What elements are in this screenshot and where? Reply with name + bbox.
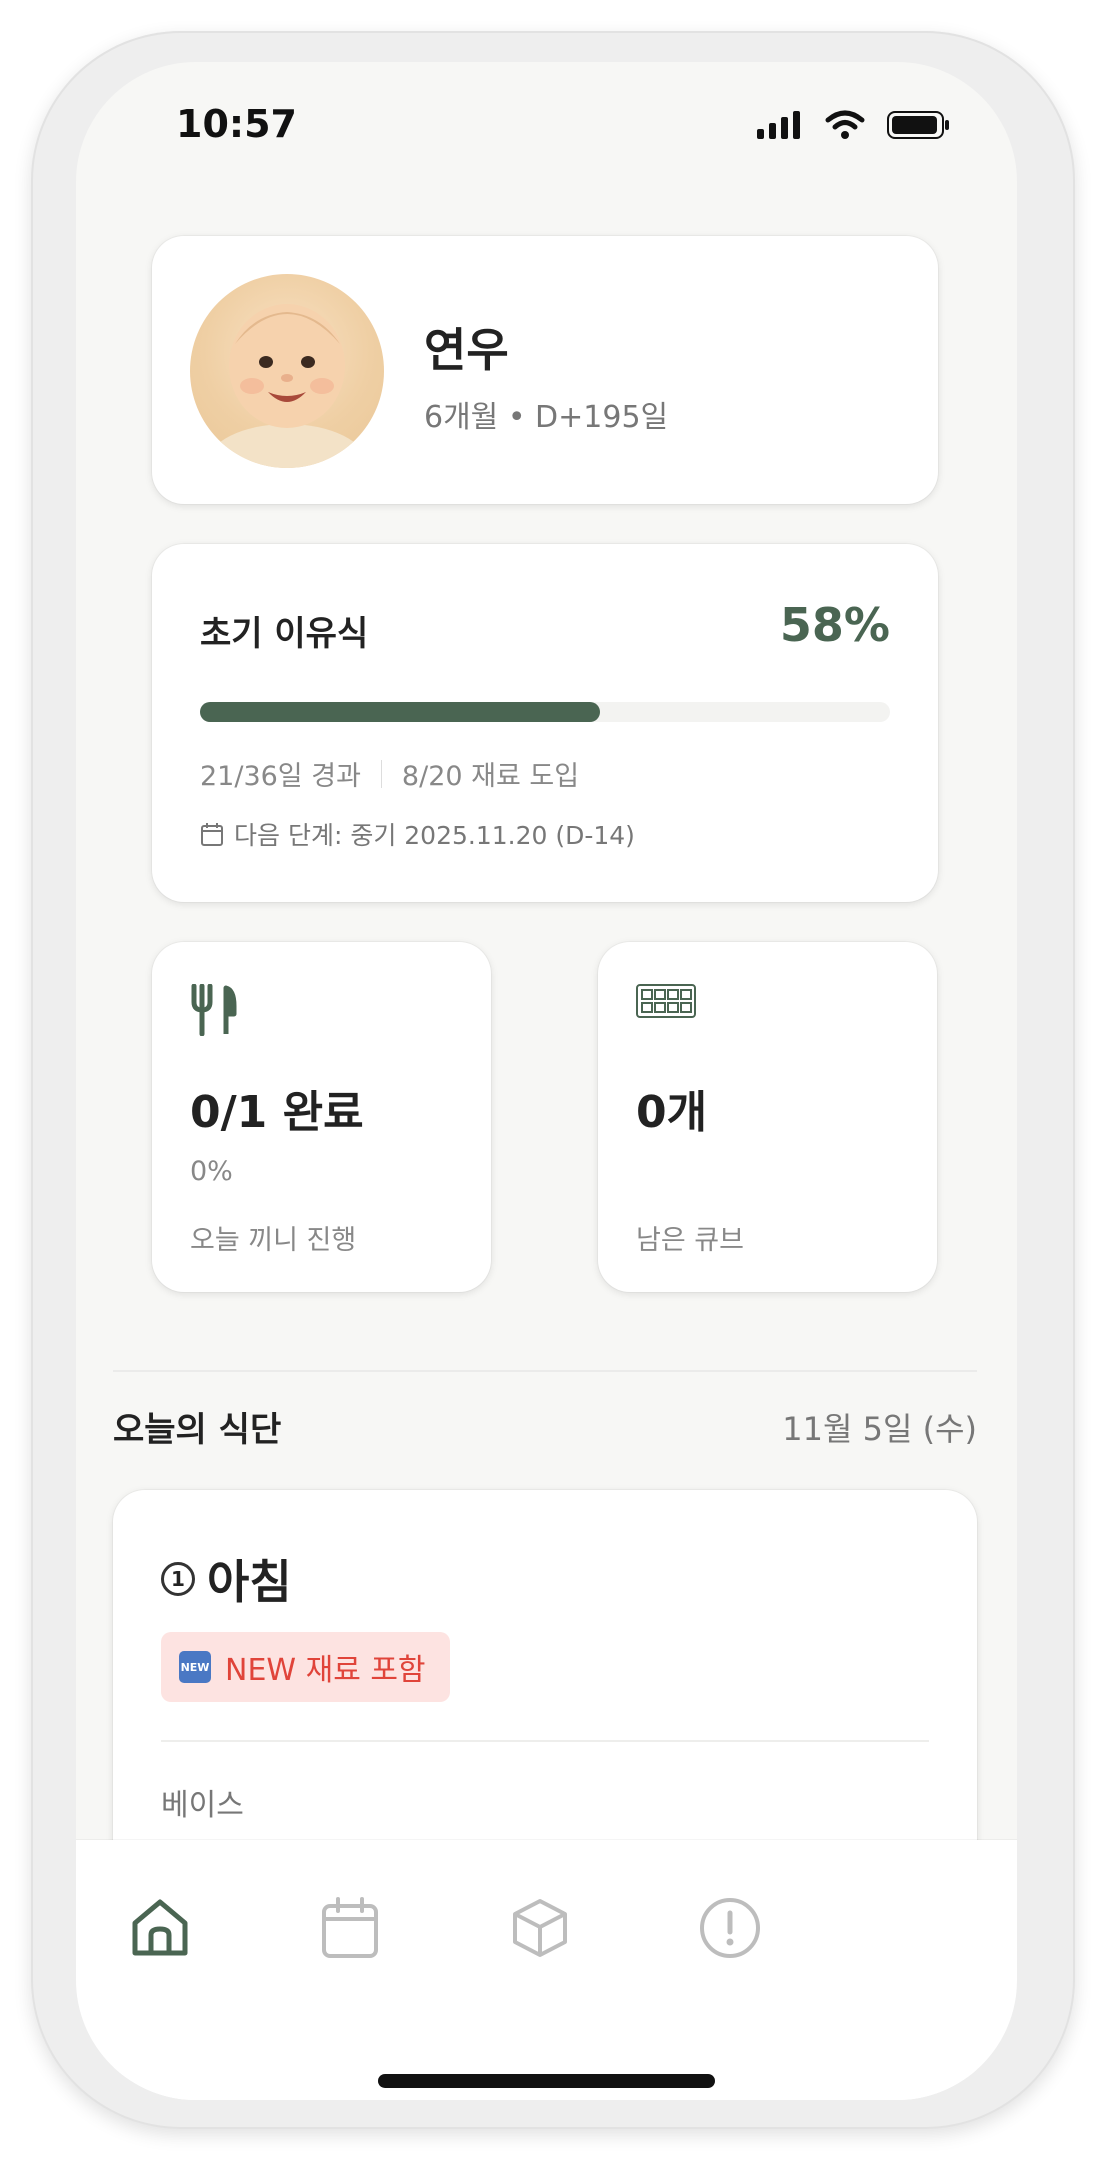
wifi-icon	[825, 110, 865, 139]
new-icon: NEW	[179, 1651, 211, 1683]
tab-home[interactable]	[124, 1892, 196, 1964]
meals-done: 0/1 완료	[190, 1087, 364, 1138]
next-stage-text: 다음 단계: 중기 2025.11.20 (D-14)	[234, 821, 635, 850]
home-indicator[interactable]	[378, 2074, 715, 2088]
profile-card[interactable]: 연우 6개월 • D+195일	[152, 236, 938, 504]
ice-cube-tray-icon	[636, 984, 696, 1018]
box-icon	[513, 1899, 567, 1957]
today-date: 11월 5일 (수)	[782, 1410, 977, 1448]
stage-progress-bar	[200, 702, 890, 722]
cubes-remaining-card[interactable]: 0개 남은 큐브	[598, 942, 937, 1292]
tab-alerts[interactable]	[694, 1892, 766, 1964]
cubes-label: 남은 큐브	[636, 1225, 744, 1256]
cubes-count: 0개	[636, 1087, 708, 1138]
today-menu-title: 오늘의 식단	[113, 1410, 282, 1450]
tab-inventory[interactable]	[504, 1892, 576, 1964]
baby-name: 연우	[424, 323, 509, 377]
utensils-icon	[191, 984, 237, 1036]
stage-progress-fill	[200, 702, 601, 722]
next-stage: 다음 단계: 중기 2025.11.20 (D-14)	[200, 816, 635, 852]
calendar-small-icon	[201, 823, 223, 846]
meal-divider	[161, 1740, 929, 1742]
section-divider	[113, 1370, 977, 1372]
meals-label: 오늘 끼니 진행	[190, 1225, 357, 1256]
meal-name: 아침	[207, 1555, 292, 1609]
status-icons	[757, 110, 951, 140]
bottom-tab-bar	[76, 1840, 1017, 2100]
meal-number-icon: 1	[161, 1562, 195, 1596]
new-badge-text: NEW 재료 포함	[225, 1653, 426, 1688]
ingredients-introduced: 8/20 재료 도입	[401, 761, 580, 792]
stage-progress-card[interactable]: 초기 이유식 58% 21/36일 경과 8/20 재료 도입 다음 단계: 중…	[152, 544, 938, 902]
app-screen: 10:57 연우 6개월 • D+195일 초기 이유식 58% 21/36일 …	[76, 62, 1017, 2100]
stage-percent: 58%	[779, 598, 890, 652]
signal-icon	[757, 111, 800, 139]
days-elapsed: 21/36일 경과	[200, 761, 361, 792]
baby-avatar	[190, 274, 384, 468]
baby-age: 6개월 • D+195일	[424, 400, 669, 435]
meal-base-label: 베이스	[161, 1788, 244, 1823]
meals-progress-card[interactable]: 0/1 완료 0% 오늘 끼니 진행	[152, 942, 491, 1292]
calendar-icon	[322, 1897, 378, 1958]
meal-title: 1 아침	[161, 1546, 292, 1612]
stat-divider	[380, 759, 382, 788]
stage-stats: 21/36일 경과 8/20 재료 도입	[200, 754, 579, 793]
meals-percent: 0%	[190, 1156, 233, 1187]
battery-icon	[887, 111, 949, 139]
tab-calendar[interactable]	[314, 1892, 386, 1964]
new-ingredient-badge: NEW NEW 재료 포함	[161, 1632, 450, 1702]
status-time: 10:57	[176, 102, 297, 146]
baby-face-icon	[207, 304, 367, 468]
alert-icon	[700, 1898, 760, 1958]
home-icon	[132, 1899, 188, 1956]
stage-title: 초기 이유식	[200, 614, 369, 654]
